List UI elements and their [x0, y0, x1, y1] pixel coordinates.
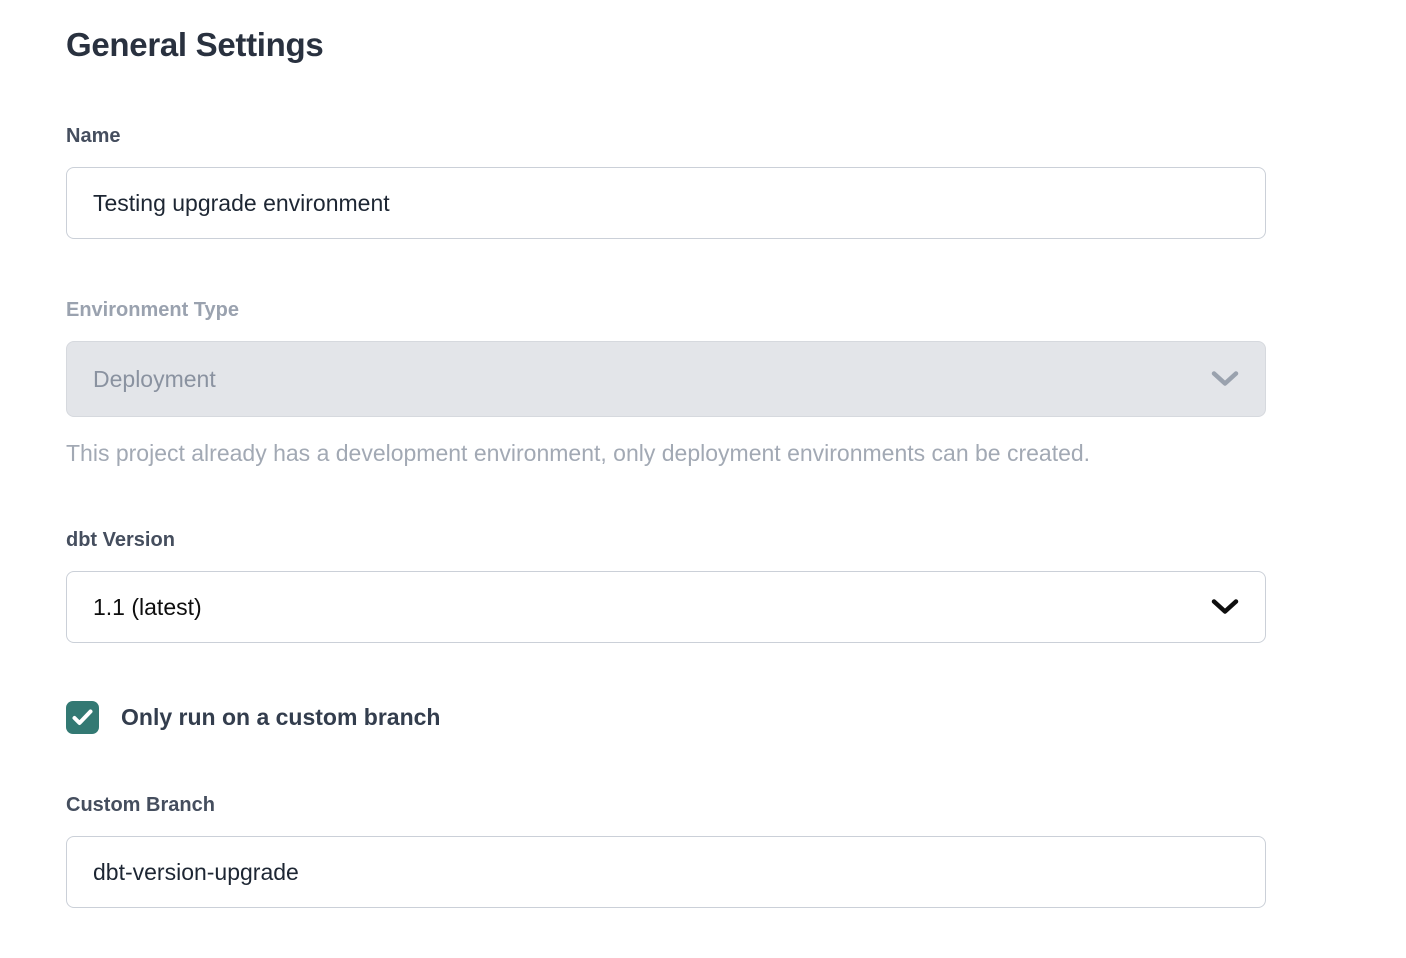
chevron-down-icon [1211, 599, 1239, 616]
name-input[interactable] [66, 167, 1266, 239]
environment-type-help-text: This project already has a development e… [66, 439, 1266, 469]
general-settings-page: General Settings Name Environment Type D… [0, 0, 1266, 908]
dbt-version-label: dbt Version [66, 529, 1266, 551]
page-title: General Settings [66, 24, 1266, 65]
dbt-version-select[interactable]: 1.1 (latest) [66, 571, 1266, 643]
custom-branch-checkbox[interactable] [66, 701, 99, 734]
custom-branch-field-group: Custom Branch [66, 794, 1266, 908]
name-label: Name [66, 125, 1266, 147]
environment-type-selected-value: Deployment [93, 366, 216, 393]
name-field-group: Name [66, 125, 1266, 239]
environment-type-field-group: Environment Type Deployment This project… [66, 299, 1266, 469]
custom-branch-toggle-row[interactable]: Only run on a custom branch [66, 701, 440, 734]
custom-branch-toggle-label: Only run on a custom branch [121, 706, 440, 729]
checkmark-icon [72, 709, 93, 726]
custom-branch-input[interactable] [66, 836, 1266, 908]
custom-branch-label: Custom Branch [66, 794, 1266, 816]
environment-type-label: Environment Type [66, 299, 1266, 321]
dbt-version-field-group: dbt Version 1.1 (latest) [66, 529, 1266, 643]
dbt-version-selected-value: 1.1 (latest) [93, 594, 202, 621]
chevron-down-icon [1211, 371, 1239, 388]
environment-type-select: Deployment [66, 341, 1266, 417]
